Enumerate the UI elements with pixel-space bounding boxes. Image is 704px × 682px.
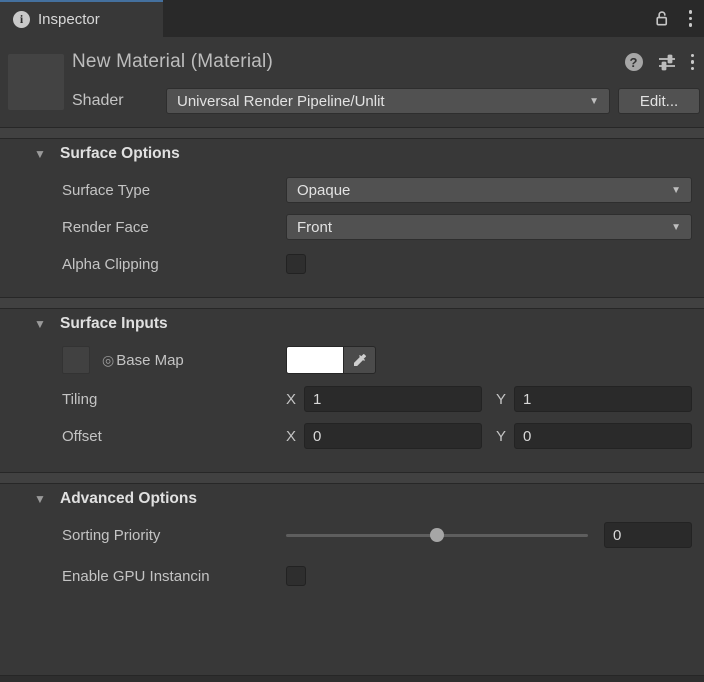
material-header: New Material (Material) ? Shader Univers… xyxy=(0,47,704,127)
tab-inspector-label: Inspector xyxy=(38,11,100,28)
offset-x-input[interactable] xyxy=(304,423,482,449)
shader-label: Shader xyxy=(72,92,166,110)
shader-dropdown-value: Universal Render Pipeline/Unlit xyxy=(177,93,581,110)
advanced-options-title: Advanced Options xyxy=(60,490,197,508)
tab-inspector[interactable]: i Inspector xyxy=(0,0,163,37)
section-divider xyxy=(0,297,704,309)
offset-label: Offset xyxy=(62,428,286,445)
shader-dropdown[interactable]: Universal Render Pipeline/Unlit ▼ xyxy=(166,88,610,114)
foldout-triangle-icon[interactable]: ▼ xyxy=(34,147,60,161)
window-bottom-edge xyxy=(0,675,704,682)
sorting-priority-input[interactable] xyxy=(604,522,692,548)
sorting-priority-slider[interactable] xyxy=(286,534,588,537)
surface-type-value: Opaque xyxy=(297,182,663,199)
section-surface-options: ▼ Surface Options Surface Type Opaque ▼ … xyxy=(0,139,704,297)
info-icon: i xyxy=(13,11,30,28)
section-surface-inputs: ▼ Surface Inputs ◎ Base Map Tiling X xyxy=(0,309,704,472)
alpha-clipping-checkbox[interactable] xyxy=(286,254,306,274)
surface-type-dropdown[interactable]: Opaque ▼ xyxy=(286,177,692,203)
section-divider xyxy=(0,472,704,484)
axis-x-label: X xyxy=(286,428,296,445)
surface-type-label: Surface Type xyxy=(62,182,286,199)
render-face-value: Front xyxy=(297,219,663,236)
chevron-down-icon: ▼ xyxy=(671,222,681,233)
chevron-down-icon: ▼ xyxy=(589,96,599,107)
material-title: New Material (Material) xyxy=(72,51,273,73)
advanced-options-header[interactable]: ▼ Advanced Options xyxy=(0,484,704,514)
base-map-label: Base Map xyxy=(116,352,184,369)
axis-y-label: Y xyxy=(496,428,506,445)
eyedropper-icon[interactable] xyxy=(343,347,375,373)
gpu-instancing-row: Enable GPU Instancin xyxy=(0,563,692,589)
edit-shader-button[interactable]: Edit... xyxy=(618,88,700,114)
lock-icon[interactable] xyxy=(652,9,671,28)
object-picker-icon[interactable]: ◎ xyxy=(102,352,114,369)
section-advanced-options: ▼ Advanced Options Sorting Priority Enab… xyxy=(0,484,704,609)
sorting-priority-label: Sorting Priority xyxy=(62,527,286,544)
tiling-row: Tiling X Y xyxy=(0,386,692,412)
tab-bar: i Inspector xyxy=(0,0,704,37)
alpha-clipping-row: Alpha Clipping xyxy=(0,251,692,277)
material-kebab-menu-icon[interactable] xyxy=(691,54,695,71)
surface-inputs-title: Surface Inputs xyxy=(60,315,168,333)
offset-y-input[interactable] xyxy=(514,423,692,449)
offset-row: Offset X Y xyxy=(0,423,692,449)
foldout-triangle-icon[interactable]: ▼ xyxy=(34,317,60,331)
base-map-row: ◎ Base Map xyxy=(0,345,692,375)
surface-options-title: Surface Options xyxy=(60,145,180,163)
sorting-priority-slider-thumb[interactable] xyxy=(430,528,444,542)
sorting-priority-row: Sorting Priority xyxy=(0,522,692,548)
tiling-label: Tiling xyxy=(62,391,286,408)
help-icon[interactable]: ? xyxy=(625,53,643,71)
tab-kebab-menu-icon[interactable] xyxy=(689,10,693,27)
surface-inputs-header[interactable]: ▼ Surface Inputs xyxy=(0,309,704,339)
foldout-triangle-icon[interactable]: ▼ xyxy=(34,492,60,506)
surface-options-header[interactable]: ▼ Surface Options xyxy=(0,139,704,169)
base-map-color-swatch[interactable] xyxy=(287,347,343,373)
render-face-row: Render Face Front ▼ xyxy=(0,214,692,240)
gpu-instancing-checkbox[interactable] xyxy=(286,566,306,586)
axis-x-label: X xyxy=(286,391,296,408)
base-map-color-field xyxy=(286,346,376,374)
alpha-clipping-label: Alpha Clipping xyxy=(62,256,286,273)
tiling-x-input[interactable] xyxy=(304,386,482,412)
chevron-down-icon: ▼ xyxy=(671,185,681,196)
material-preview-thumbnail[interactable] xyxy=(8,54,64,110)
axis-y-label: Y xyxy=(496,391,506,408)
gpu-instancing-label: Enable GPU Instancin xyxy=(62,568,286,585)
base-map-texture-slot[interactable] xyxy=(62,346,90,374)
presets-icon[interactable] xyxy=(657,52,677,72)
render-face-label: Render Face xyxy=(62,219,286,236)
tiling-y-input[interactable] xyxy=(514,386,692,412)
section-divider xyxy=(0,127,704,139)
surface-type-row: Surface Type Opaque ▼ xyxy=(0,177,692,203)
render-face-dropdown[interactable]: Front ▼ xyxy=(286,214,692,240)
